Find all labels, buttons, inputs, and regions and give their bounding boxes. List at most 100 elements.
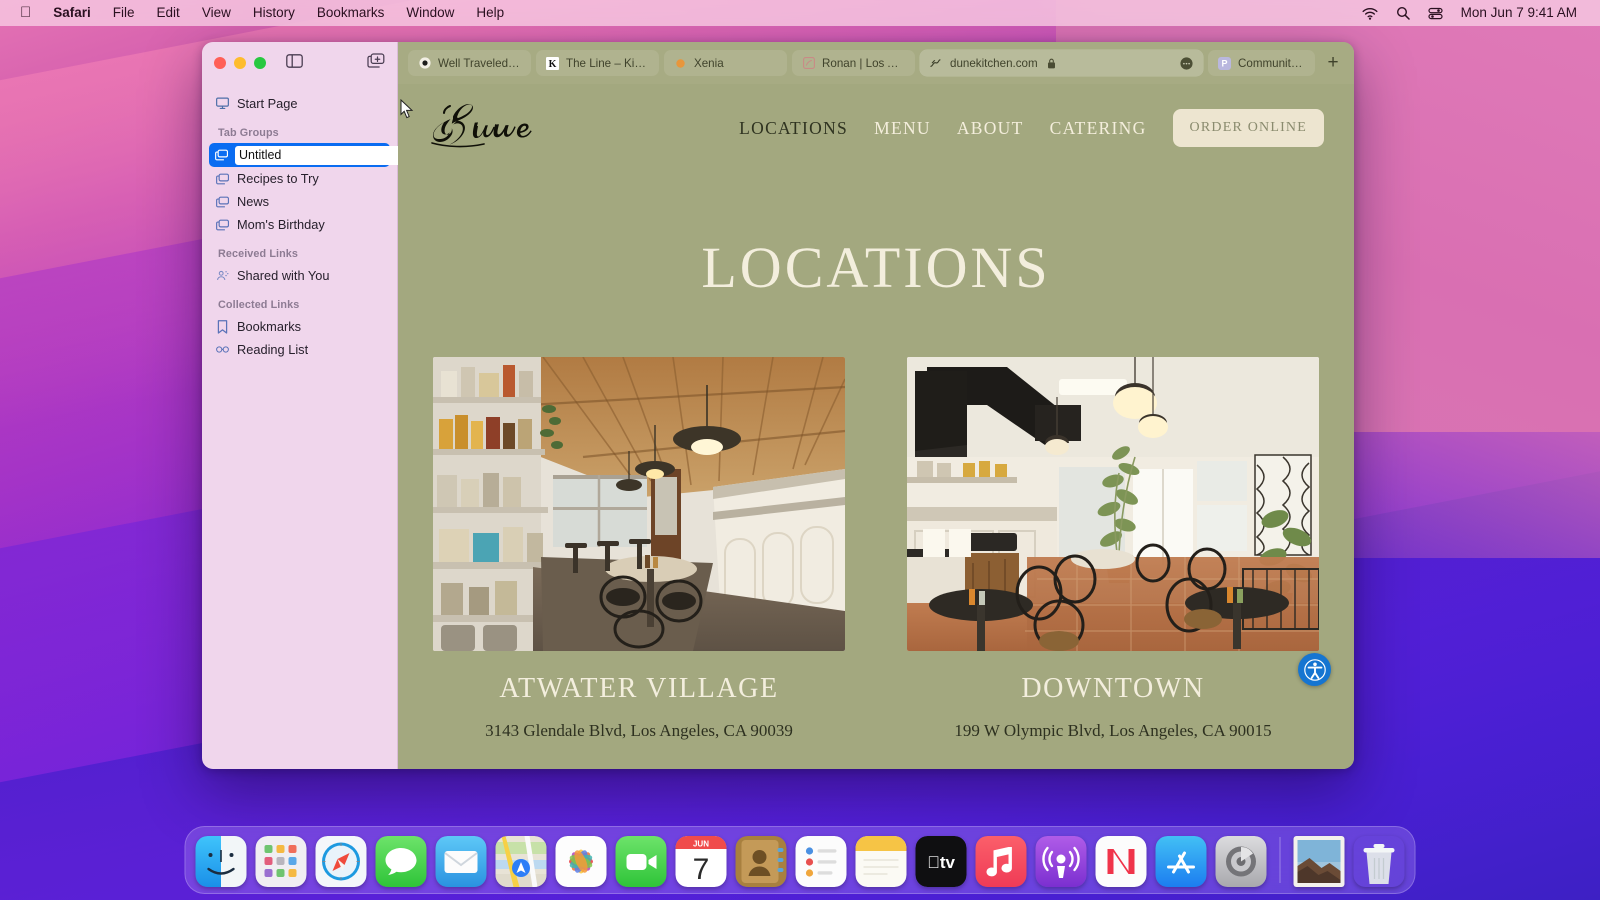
letter-k-favicon: K — [546, 56, 559, 70]
nav-link-locations[interactable]: LOCATIONS — [739, 118, 848, 139]
sidebar-item-label: Shared with You — [237, 268, 330, 283]
dock-item-podcasts[interactable] — [1035, 836, 1087, 887]
dock-item-facetime[interactable] — [615, 836, 667, 887]
control-center-icon[interactable] — [1419, 0, 1452, 26]
tab-group-icon — [216, 218, 229, 231]
nav-link-about[interactable]: ABOUT — [957, 118, 1024, 139]
location-card-downtown[interactable]: DOWNTOWN 199 W Olympic Blvd, Los Angeles… — [907, 357, 1319, 741]
menubar-clock[interactable]: Mon Jun 7 9:41 AM — [1452, 0, 1586, 26]
nav-link-menu[interactable]: MENU — [874, 118, 931, 139]
sidebar-item-news[interactable]: News — [210, 190, 389, 213]
extension-icon[interactable] — [1180, 56, 1193, 70]
nav-link-catering[interactable]: CATERING — [1050, 118, 1147, 139]
menu-bar:  Safari File Edit View History Bookmark… — [0, 0, 1600, 26]
location-photo — [433, 357, 845, 651]
dock-item-notes[interactable] — [855, 836, 907, 887]
tab-community[interactable]: P Community – Pl... — [1208, 50, 1315, 76]
location-photo — [907, 357, 1319, 651]
page-title: LOCATIONS — [701, 235, 1051, 300]
dock-item-photo-preview[interactable] — [1293, 836, 1345, 887]
order-online-button[interactable]: ORDER ONLINE — [1172, 109, 1324, 147]
safari-sidebar: Start Page Tab Groups Recipes to Try New… — [202, 42, 428, 769]
dock-item-contacts[interactable] — [735, 836, 787, 887]
dune-favicon — [930, 57, 943, 70]
tab-well-traveled[interactable]: Well Traveled |... — [408, 50, 531, 76]
safari-window: Start Page Tab Groups Recipes to Try New… — [202, 42, 1354, 769]
dock-item-messages[interactable] — [375, 836, 427, 887]
sidebar-section-heading: Tab Groups — [218, 127, 279, 139]
tab-label: Community – Pl... — [1238, 56, 1305, 70]
tab-group-icon — [215, 149, 228, 162]
sidebar-item-untitled[interactable] — [209, 143, 428, 167]
tab-xenia[interactable]: Xenia — [664, 50, 787, 76]
menu-item-window[interactable]: Window — [395, 0, 465, 26]
sidebar-item-recipes-to-try[interactable]: Recipes to Try — [210, 167, 389, 190]
mouse-cursor — [400, 98, 414, 124]
wifi-icon[interactable] — [1353, 0, 1387, 26]
sidebar-item-shared-with-you[interactable]: Shared with You — [210, 264, 389, 287]
location-address: 3143 Glendale Blvd, Los Angeles, CA 9003… — [485, 721, 793, 740]
display-icon — [216, 97, 229, 110]
safari-content-pane: Well Traveled |... K The Line – Kinfolk … — [398, 42, 1354, 769]
tab-label: Ronan | Los Ang... — [822, 56, 905, 70]
tab-the-line-kinfolk[interactable]: K The Line – Kinfolk — [536, 50, 659, 76]
menu-item-file[interactable]: File — [102, 0, 146, 26]
dock-item-trash[interactable] — [1354, 836, 1405, 887]
dock-item-news[interactable] — [1095, 836, 1147, 887]
dock-item-maps[interactable] — [495, 836, 547, 887]
menu-item-edit[interactable]: Edit — [146, 0, 191, 26]
svg-text:tv: tv — [927, 853, 955, 872]
dot-favicon — [418, 57, 431, 70]
dock-item-system-settings[interactable] — [1215, 836, 1267, 887]
sidebar-item-reading-list[interactable]: Reading List — [210, 338, 389, 361]
minimize-button[interactable] — [234, 57, 246, 69]
search-icon[interactable] — [1387, 0, 1419, 26]
dock-separator — [1279, 837, 1281, 883]
calendar-day: 7 — [693, 853, 710, 886]
apple-logo-icon[interactable]:  — [14, 0, 42, 26]
dock-item-mail[interactable] — [435, 836, 487, 887]
location-card-atwater-village[interactable]: ATWATER VILLAGE 3143 Glendale Blvd, Los … — [433, 357, 845, 741]
sidebar-item-label: Mom's Birthday — [237, 217, 325, 232]
dock-item-calendar[interactable]: JUN 7 — [675, 836, 727, 887]
dock-item-tv[interactable]: tv — [915, 836, 967, 887]
sidebar-item-label: Reading List — [237, 342, 309, 357]
menu-item-view[interactable]: View — [191, 0, 242, 26]
window-titlebar — [202, 42, 397, 84]
zoom-button[interactable] — [254, 57, 266, 69]
accessibility-icon[interactable] — [1298, 653, 1331, 686]
location-name: DOWNTOWN — [1021, 673, 1205, 704]
menu-item-bookmarks[interactable]: Bookmarks — [306, 0, 396, 26]
svg-text:K: K — [549, 59, 557, 70]
tab-label: Xenia — [694, 56, 724, 70]
dock-item-app-store[interactable] — [1155, 836, 1207, 887]
dock-item-reminders[interactable] — [795, 836, 847, 887]
location-name: ATWATER VILLAGE — [499, 673, 779, 704]
sidebar-item-bookmarks[interactable]: Bookmarks — [210, 315, 389, 338]
menu-item-help[interactable]: Help — [465, 0, 515, 26]
sidebar-item-label: Start Page — [237, 96, 298, 111]
location-address: 199 W Olympic Blvd, Los Angeles, CA 9001… — [954, 721, 1272, 740]
webpage-content: LOCATIONS MENU ABOUT CATERING ORDER ONLI… — [398, 84, 1354, 769]
sidebar-item-moms-birthday[interactable]: Mom's Birthday — [210, 213, 389, 236]
sidebar-item-label: News — [237, 194, 269, 209]
sidebar-item-label: Recipes to Try — [237, 171, 319, 186]
sidebar-toggle-icon[interactable] — [286, 53, 303, 73]
tab-group-rename-input[interactable] — [235, 145, 404, 165]
tab-group-icon — [216, 195, 229, 208]
dock-item-photos[interactable] — [555, 836, 607, 887]
dune-logo[interactable] — [426, 96, 576, 160]
new-tab-group-icon[interactable] — [367, 52, 385, 74]
new-tab-button[interactable]: + — [1320, 50, 1346, 76]
dock-item-launchpad[interactable] — [255, 836, 307, 887]
dock-item-finder[interactable] — [195, 836, 247, 887]
menu-item-safari[interactable]: Safari — [42, 0, 102, 26]
menu-item-history[interactable]: History — [242, 0, 306, 26]
close-button[interactable] — [214, 57, 226, 69]
dock-item-music[interactable] — [975, 836, 1027, 887]
dock-item-safari[interactable] — [315, 836, 367, 887]
tab-ronan[interactable]: Ronan | Los Ang... — [792, 50, 915, 76]
tab-dunekitchen[interactable]: dunekitchen.com — [920, 50, 1203, 76]
site-header: LOCATIONS MENU ABOUT CATERING ORDER ONLI… — [398, 84, 1354, 172]
sidebar-item-start-page[interactable]: Start Page — [210, 92, 389, 115]
